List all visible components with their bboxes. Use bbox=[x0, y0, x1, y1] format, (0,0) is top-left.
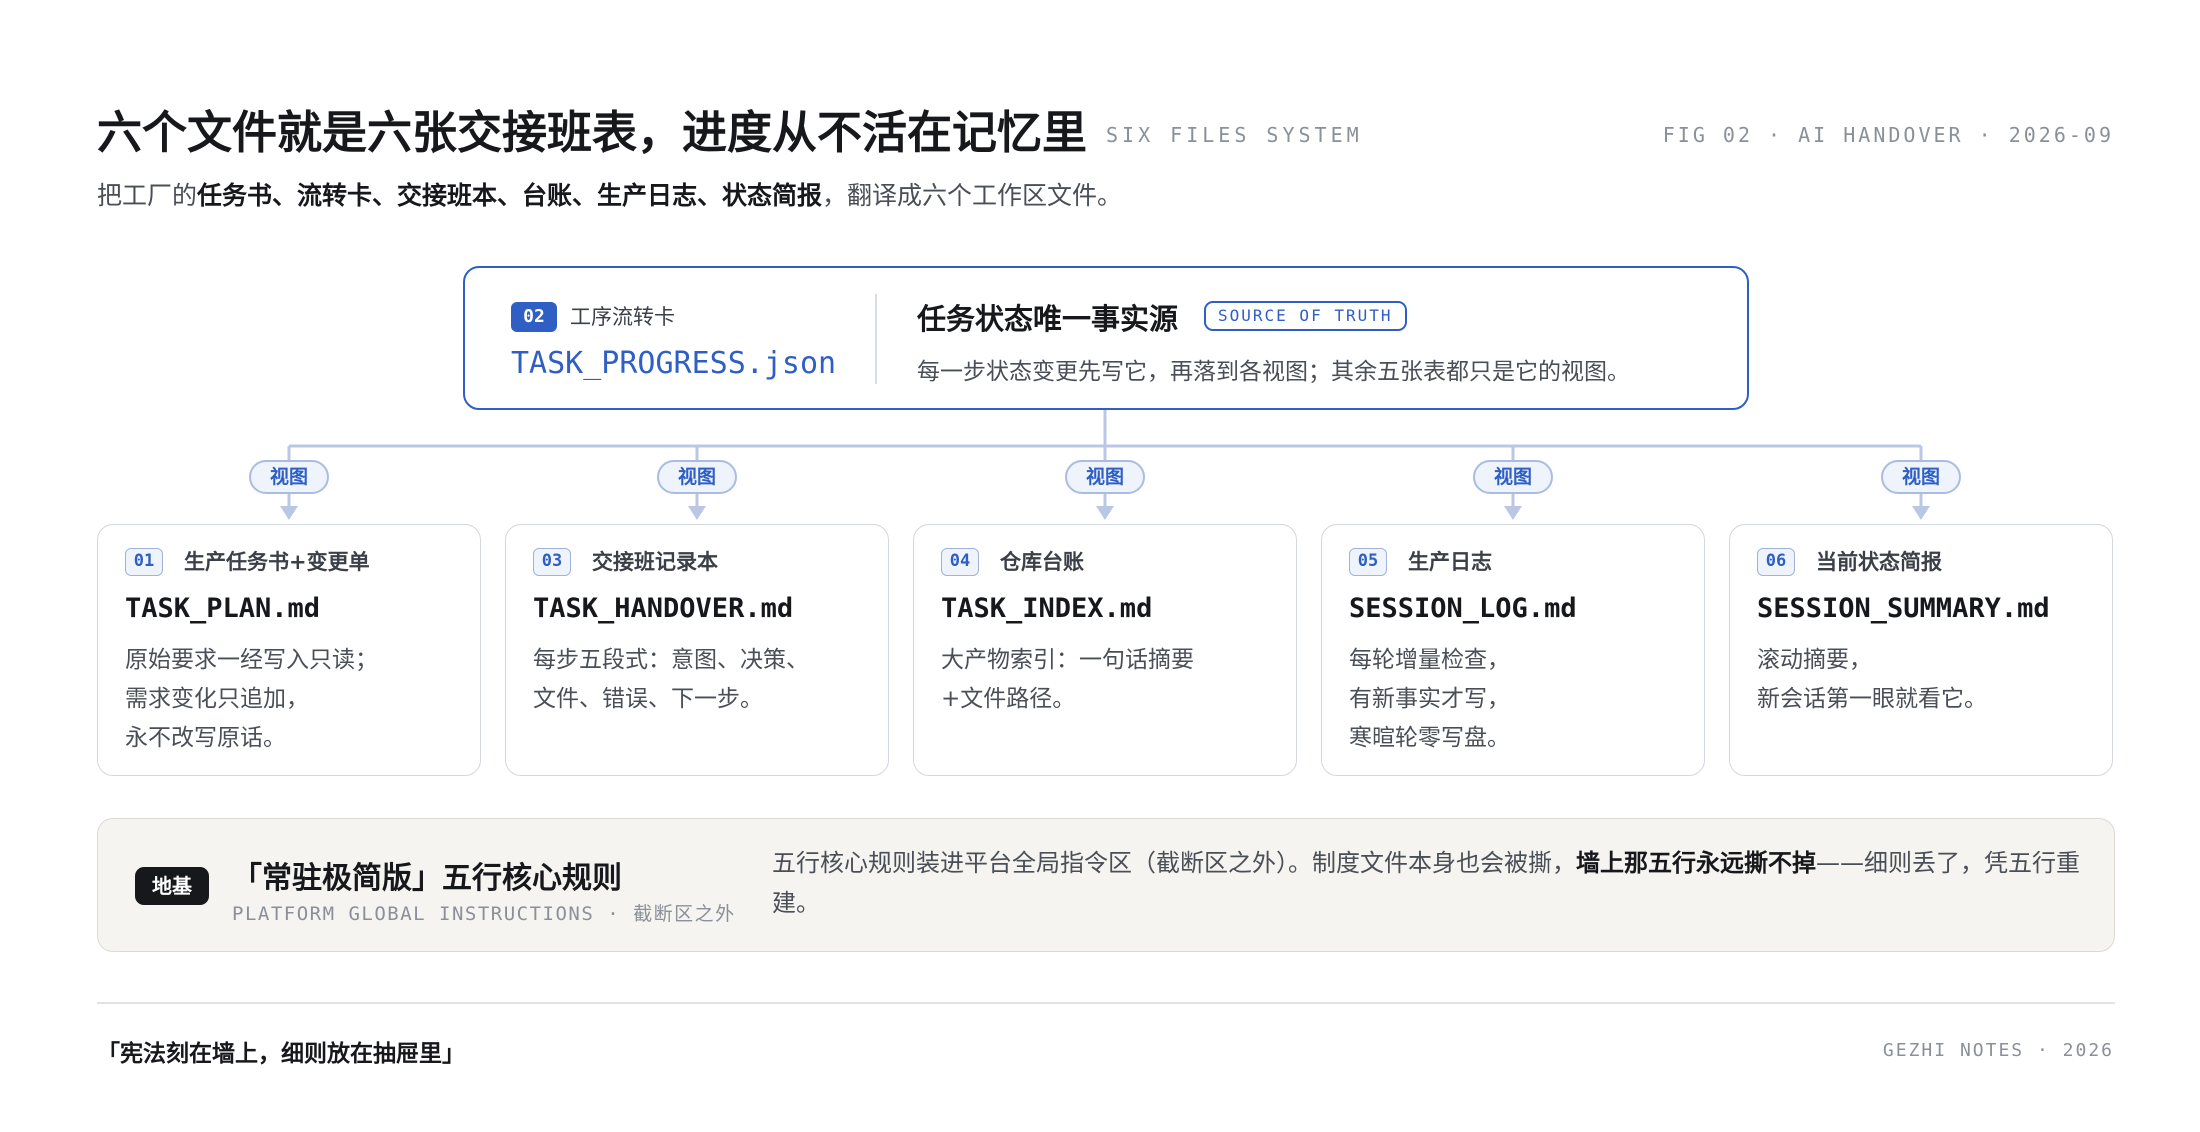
foundation-tag: 地基 bbox=[135, 867, 209, 905]
arrow-head-3 bbox=[1096, 506, 1114, 520]
card-description-line: 需求变化只追加， bbox=[125, 686, 309, 712]
view-pill-5: 视图 bbox=[1881, 460, 1961, 494]
card-number-badge: 05 bbox=[1349, 548, 1387, 576]
figure-tag: FIG 02 · AI HANDOVER · 2026-09 bbox=[1662, 123, 2114, 147]
card-description-line: 永不改写原话。 bbox=[125, 725, 286, 751]
sot-heading: 任务状态唯一事实源 bbox=[917, 302, 1179, 336]
file-card-session-summary: 06 当前状态简报 SESSION_SUMMARY.md 滚动摘要， 新会话第一… bbox=[1729, 524, 2113, 776]
card-description: 每步五段式：意图、决策、 文件、错误、下一步。 bbox=[533, 641, 809, 719]
card-description-line: 滚动摘要， bbox=[1757, 647, 1872, 673]
card-description: 大产物索引：一句话摘要 +文件路径。 bbox=[941, 641, 1194, 719]
page-title: 六个文件就是六张交接班表，进度从不活在记忆里 bbox=[97, 106, 1088, 159]
card-description: 滚动摘要， 新会话第一眼就看它。 bbox=[1757, 641, 1987, 719]
card-label: 生产日志 bbox=[1408, 550, 1492, 574]
subtitle-prefix: 把工厂的 bbox=[97, 181, 198, 210]
card-filename: SESSION_SUMMARY.md bbox=[1757, 593, 2050, 624]
source-of-truth-box: 02 工序流转卡 TASK_PROGRESS.json 任务状态唯一事实源 SO… bbox=[463, 266, 1749, 410]
card-description-line: 原始要求一经写入只读； bbox=[125, 647, 378, 673]
card-description-line: 每步五段式：意图、决策、 bbox=[533, 647, 809, 673]
subtitle-bold: 任务书、流转卡、交接班本、台账、生产日志、状态简报 bbox=[197, 181, 823, 210]
card-number-badge: 01 bbox=[125, 548, 163, 576]
foundation-subheading: PLATFORM GLOBAL INSTRUCTIONS · 截断区之外 bbox=[232, 903, 736, 925]
foundation-panel: 地基 「常驻极简版」五行核心规则 PLATFORM GLOBAL INSTRUC… bbox=[97, 818, 2115, 952]
footer-credit: GEZHI NOTES · 2026 bbox=[1882, 1040, 2114, 1061]
file-card-task-plan: 01 生产任务书+变更单 TASK_PLAN.md 原始要求一经写入只读； 需求… bbox=[97, 524, 481, 776]
sot-number-badge: 02 bbox=[511, 302, 557, 332]
sot-label: 工序流转卡 bbox=[570, 305, 675, 329]
view-pill-2: 视图 bbox=[657, 460, 737, 494]
footer-divider bbox=[97, 1002, 2115, 1004]
subtitle-suffix: ，翻译成六个工作区文件。 bbox=[822, 181, 1123, 210]
card-description-line: 每轮增量检查， bbox=[1349, 647, 1510, 673]
card-number-badge: 04 bbox=[941, 548, 979, 576]
file-card-task-index: 04 仓库台账 TASK_INDEX.md 大产物索引：一句话摘要 +文件路径。 bbox=[913, 524, 1297, 776]
card-filename: SESSION_LOG.md bbox=[1349, 593, 1577, 624]
foundation-text-prefix: 五行核心规则装进平台全局指令区（截断区之外）。制度文件本身也会被撕， bbox=[772, 849, 1576, 877]
view-pill-3: 视图 bbox=[1065, 460, 1145, 494]
card-description: 原始要求一经写入只读； 需求变化只追加， 永不改写原话。 bbox=[125, 641, 378, 758]
source-of-truth-badge: SOURCE OF TRUTH bbox=[1204, 301, 1407, 331]
sot-divider bbox=[875, 294, 877, 384]
card-label: 仓库台账 bbox=[1000, 550, 1084, 574]
card-description-line: 大产物索引：一句话摘要 bbox=[941, 647, 1194, 673]
card-description-line: 新会话第一眼就看它。 bbox=[1757, 686, 1987, 712]
card-filename: TASK_INDEX.md bbox=[941, 593, 1153, 624]
card-number-badge: 06 bbox=[1757, 548, 1795, 576]
foundation-heading: 「常驻极简版」五行核心规则 bbox=[232, 861, 622, 896]
card-description-line: 文件、错误、下一步。 bbox=[533, 686, 763, 712]
card-number-badge: 03 bbox=[533, 548, 571, 576]
card-description-line: 有新事实才写， bbox=[1349, 686, 1510, 712]
sot-filename: TASK_PROGRESS.json bbox=[511, 346, 837, 381]
arrow-head-1 bbox=[280, 506, 298, 520]
foundation-text: 五行核心规则装进平台全局指令区（截断区之外）。制度文件本身也会被撕，墙上那五行永… bbox=[772, 843, 2102, 923]
card-label: 生产任务书+变更单 bbox=[184, 550, 370, 574]
arrow-head-4 bbox=[1504, 506, 1522, 520]
sot-description: 每一步状态变更先写它，再落到各视图；其余五张表都只是它的视图。 bbox=[917, 359, 1630, 385]
card-label: 当前状态简报 bbox=[1816, 550, 1942, 574]
page-title-english: SIX FILES SYSTEM bbox=[1106, 123, 1363, 147]
file-card-session-log: 05 生产日志 SESSION_LOG.md 每轮增量检查， 有新事实才写， 寒… bbox=[1321, 524, 1705, 776]
footer-quote: 「宪法刻在墙上，细则放在抽屉里」 bbox=[97, 1041, 465, 1067]
card-description-line: 寒暄轮零写盘。 bbox=[1349, 725, 1510, 751]
view-pill-1: 视图 bbox=[249, 460, 329, 494]
card-description: 每轮增量检查， 有新事实才写， 寒暄轮零写盘。 bbox=[1349, 641, 1510, 758]
card-description-line: +文件路径。 bbox=[941, 686, 1076, 712]
file-card-task-handover: 03 交接班记录本 TASK_HANDOVER.md 每步五段式：意图、决策、 … bbox=[505, 524, 889, 776]
card-label: 交接班记录本 bbox=[592, 550, 718, 574]
card-filename: TASK_PLAN.md bbox=[125, 593, 321, 624]
arrow-head-2 bbox=[688, 506, 706, 520]
view-pill-4: 视图 bbox=[1473, 460, 1553, 494]
page-subtitle: 把工厂的任务书、流转卡、交接班本、台账、生产日志、状态简报，翻译成六个工作区文件… bbox=[97, 176, 1122, 212]
foundation-text-bold: 墙上那五行永远撕不掉 bbox=[1576, 849, 1816, 877]
arrow-head-5 bbox=[1912, 506, 1930, 520]
card-filename: TASK_HANDOVER.md bbox=[533, 593, 794, 624]
